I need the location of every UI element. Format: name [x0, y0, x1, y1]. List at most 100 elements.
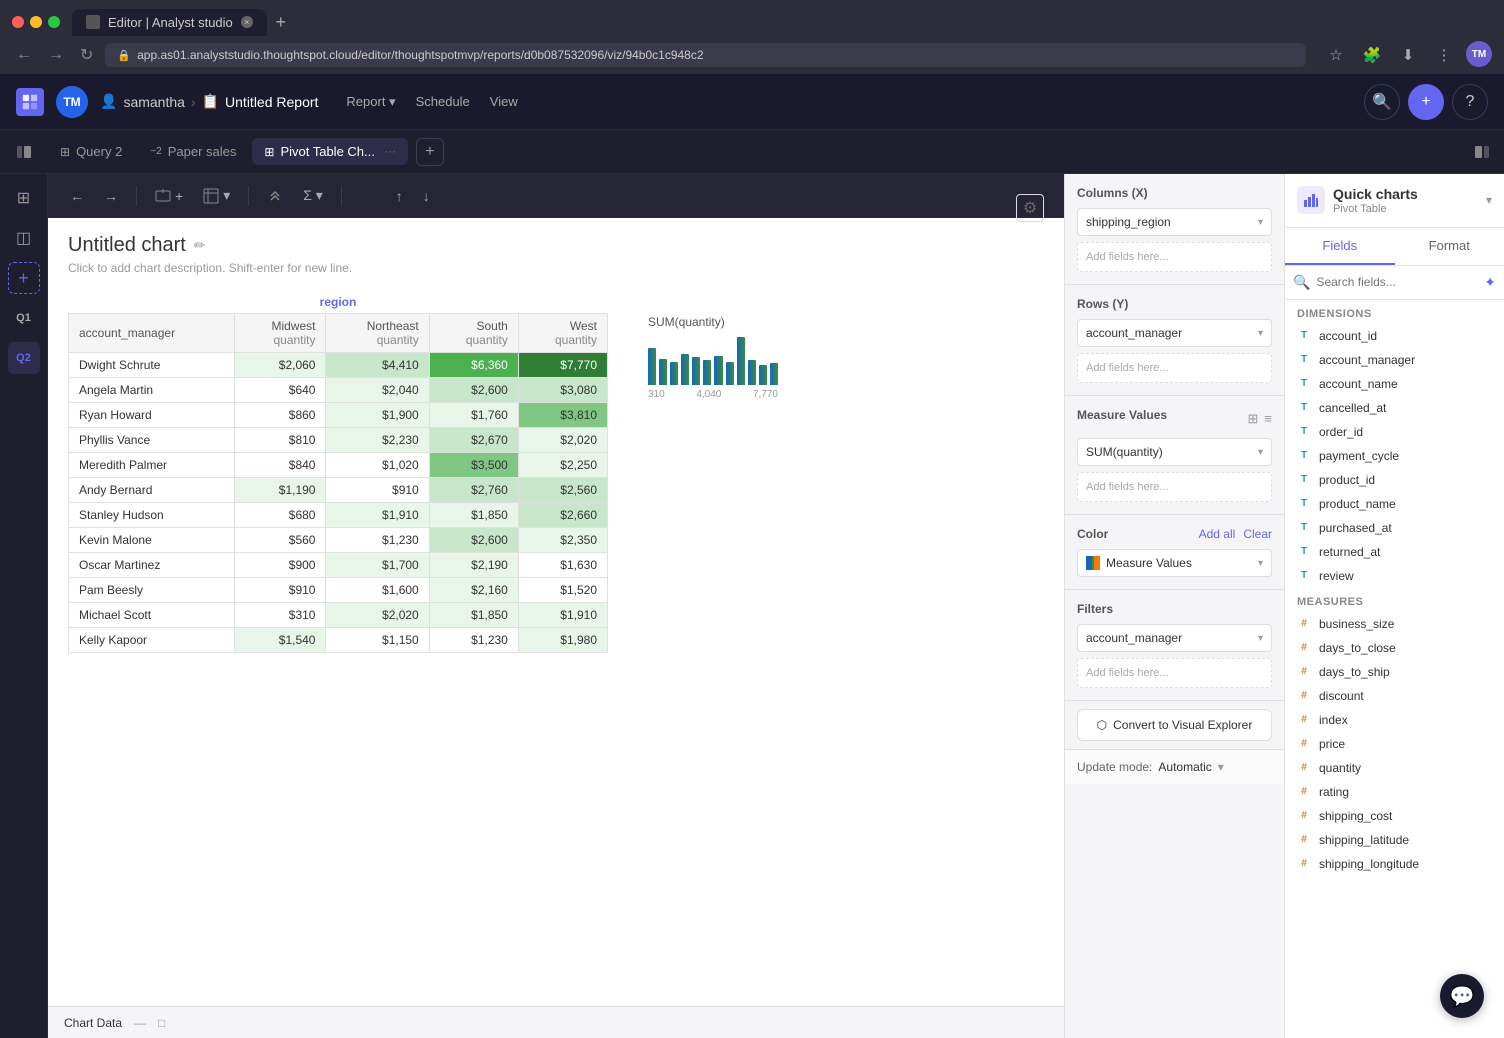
field-quantity[interactable]: # quantity	[1285, 756, 1504, 780]
fields-search-action-icon[interactable]: ✦	[1484, 274, 1496, 291]
sidebar-layers-icon[interactable]: ◫	[8, 222, 40, 254]
filter-button[interactable]	[354, 184, 382, 208]
sidebar-add-button[interactable]: +	[8, 262, 40, 294]
maximize-icon[interactable]: □	[158, 1016, 165, 1030]
left-panel-toggle[interactable]	[8, 136, 40, 168]
help-header-button[interactable]: ?	[1452, 84, 1488, 120]
close-traffic-light[interactable]	[12, 16, 24, 28]
columns-dropdown[interactable]: shipping_region ▾	[1077, 208, 1272, 236]
quick-charts-dropdown[interactable]: ▾	[1486, 193, 1492, 207]
update-mode-chevron[interactable]: ▾	[1218, 760, 1224, 774]
redo-button[interactable]: →	[98, 184, 124, 208]
field-label: shipping_longitude	[1319, 857, 1419, 871]
star-button[interactable]: ☆	[1322, 41, 1350, 69]
rows-add-fields[interactable]: Add fields here...	[1077, 353, 1272, 383]
view-nav-btn[interactable]: View	[482, 90, 526, 114]
menu-button[interactable]: ⋮	[1430, 41, 1458, 69]
downloads-button[interactable]: ⬇	[1394, 41, 1422, 69]
table-toggle-button[interactable]: ▾	[197, 183, 236, 208]
right-panel-toggle[interactable]	[1468, 138, 1496, 166]
field-discount[interactable]: # discount	[1285, 684, 1504, 708]
row-value: $2,230	[326, 428, 429, 453]
field-label: returned_at	[1319, 545, 1380, 559]
filters-dropdown[interactable]: account_manager ▾	[1077, 624, 1272, 652]
chat-support-button[interactable]: 💬	[1440, 974, 1484, 1018]
field-account-id[interactable]: T account_id	[1285, 324, 1504, 348]
back-button[interactable]: ←	[12, 44, 36, 66]
field-review[interactable]: T review	[1285, 564, 1504, 588]
field-price[interactable]: # price	[1285, 732, 1504, 756]
field-index[interactable]: # index	[1285, 708, 1504, 732]
report-nav-btn[interactable]: Report ▾	[338, 90, 403, 114]
sort-asc-button[interactable]: ↑	[390, 184, 409, 208]
convert-button[interactable]: ⬡ Convert to Visual Explorer	[1077, 709, 1272, 741]
sidebar-q1-tab[interactable]: Q1	[8, 302, 40, 334]
field-label: product_id	[1319, 473, 1375, 487]
sum-button[interactable]: Σ ▾	[297, 183, 329, 208]
measure-list-icon[interactable]: ≡	[1264, 411, 1272, 427]
new-tab-button[interactable]: +	[416, 138, 444, 166]
rows-dropdown[interactable]: account_manager ▾	[1077, 319, 1272, 347]
field-shipping-latitude[interactable]: # shipping_latitude	[1285, 828, 1504, 852]
color-chevron: ▾	[1258, 558, 1263, 569]
forward-button[interactable]: →	[44, 44, 68, 66]
tab-query2[interactable]: ⊞ Query 2	[48, 138, 134, 165]
format-tab[interactable]: Format	[1395, 228, 1504, 265]
reload-button[interactable]: ↻	[76, 43, 97, 67]
add-header-button[interactable]: +	[1408, 84, 1444, 120]
field-account-name[interactable]: T account_name	[1285, 372, 1504, 396]
field-type-number-icon: #	[1297, 857, 1311, 871]
table-row: Andy Bernard $1,190 $910 $2,760 $2,560	[69, 478, 608, 503]
columns-add-fields[interactable]: Add fields here...	[1077, 242, 1272, 272]
sidebar-q2-tab[interactable]: Q2	[8, 342, 40, 374]
clear-button[interactable]: Clear	[1243, 527, 1272, 541]
field-order-id[interactable]: T order_id	[1285, 420, 1504, 444]
field-days-to-close[interactable]: # days_to_close	[1285, 636, 1504, 660]
undo-button[interactable]: ←	[64, 184, 90, 208]
fields-search-input[interactable]	[1316, 275, 1478, 289]
row-value: $1,600	[326, 578, 429, 603]
chart-description[interactable]: Click to add chart description. Shift-en…	[68, 261, 1044, 275]
fields-tab[interactable]: Fields	[1285, 228, 1395, 265]
measure-dropdown[interactable]: SUM(quantity) ▾	[1077, 438, 1272, 466]
field-payment-cycle[interactable]: T payment_cycle	[1285, 444, 1504, 468]
add-chart-button[interactable]: +	[149, 184, 189, 208]
measure-add-fields[interactable]: Add fields here...	[1077, 472, 1272, 502]
schedule-nav-btn[interactable]: Schedule	[408, 90, 478, 114]
pivot-table-tab-close[interactable]: ⋯	[385, 145, 396, 158]
field-business-size[interactable]: # business_size	[1285, 612, 1504, 636]
field-returned-at[interactable]: T returned_at	[1285, 540, 1504, 564]
url-bar[interactable]: 🔒 app.as01.analyststudio.thoughtspot.clo…	[105, 43, 1306, 67]
edit-title-icon[interactable]: ✏	[194, 237, 206, 254]
fullscreen-traffic-light[interactable]	[48, 16, 60, 28]
pivot-button[interactable]	[261, 184, 289, 208]
color-dropdown[interactable]: Measure Values ▾	[1077, 549, 1272, 577]
new-browser-tab-button[interactable]: +	[267, 8, 295, 36]
field-cancelled-at[interactable]: T cancelled_at	[1285, 396, 1504, 420]
add-all-button[interactable]: Add all	[1199, 527, 1236, 541]
browser-tab-active[interactable]: Editor | Analyst studio ×	[72, 9, 267, 36]
measure-grid-icon[interactable]: ⊞	[1248, 411, 1259, 427]
field-label: days_to_close	[1319, 641, 1396, 655]
field-purchased-at[interactable]: T purchased_at	[1285, 516, 1504, 540]
browser-tab-close[interactable]: ×	[241, 16, 253, 28]
field-account-manager[interactable]: T account_manager	[1285, 348, 1504, 372]
tab-pivot-table[interactable]: ⊞ Pivot Table Ch... ⋯	[252, 138, 407, 165]
chart-settings-button[interactable]: ⚙	[1016, 194, 1044, 222]
browser-profile-avatar[interactable]: TM	[1466, 41, 1492, 67]
field-product-id[interactable]: T product_id	[1285, 468, 1504, 492]
search-header-button[interactable]: 🔍	[1364, 84, 1400, 120]
field-rating[interactable]: # rating	[1285, 780, 1504, 804]
field-shipping-longitude[interactable]: # shipping_longitude	[1285, 852, 1504, 876]
field-days-to-ship[interactable]: # days_to_ship	[1285, 660, 1504, 684]
field-product-name[interactable]: T product_name	[1285, 492, 1504, 516]
minimize-icon[interactable]: —	[134, 1016, 146, 1030]
minimize-traffic-light[interactable]	[30, 16, 42, 28]
extensions-button[interactable]: 🧩	[1358, 41, 1386, 69]
sort-desc-button[interactable]: ↓	[417, 184, 436, 208]
filters-add-fields[interactable]: Add fields here...	[1077, 658, 1272, 688]
tab-paper-sales[interactable]: ~2 Paper sales	[138, 138, 248, 165]
chart-title[interactable]: Untitled chart ✏	[68, 234, 1044, 257]
field-shipping-cost[interactable]: # shipping_cost	[1285, 804, 1504, 828]
sidebar-grid-icon[interactable]: ⊞	[8, 182, 40, 214]
